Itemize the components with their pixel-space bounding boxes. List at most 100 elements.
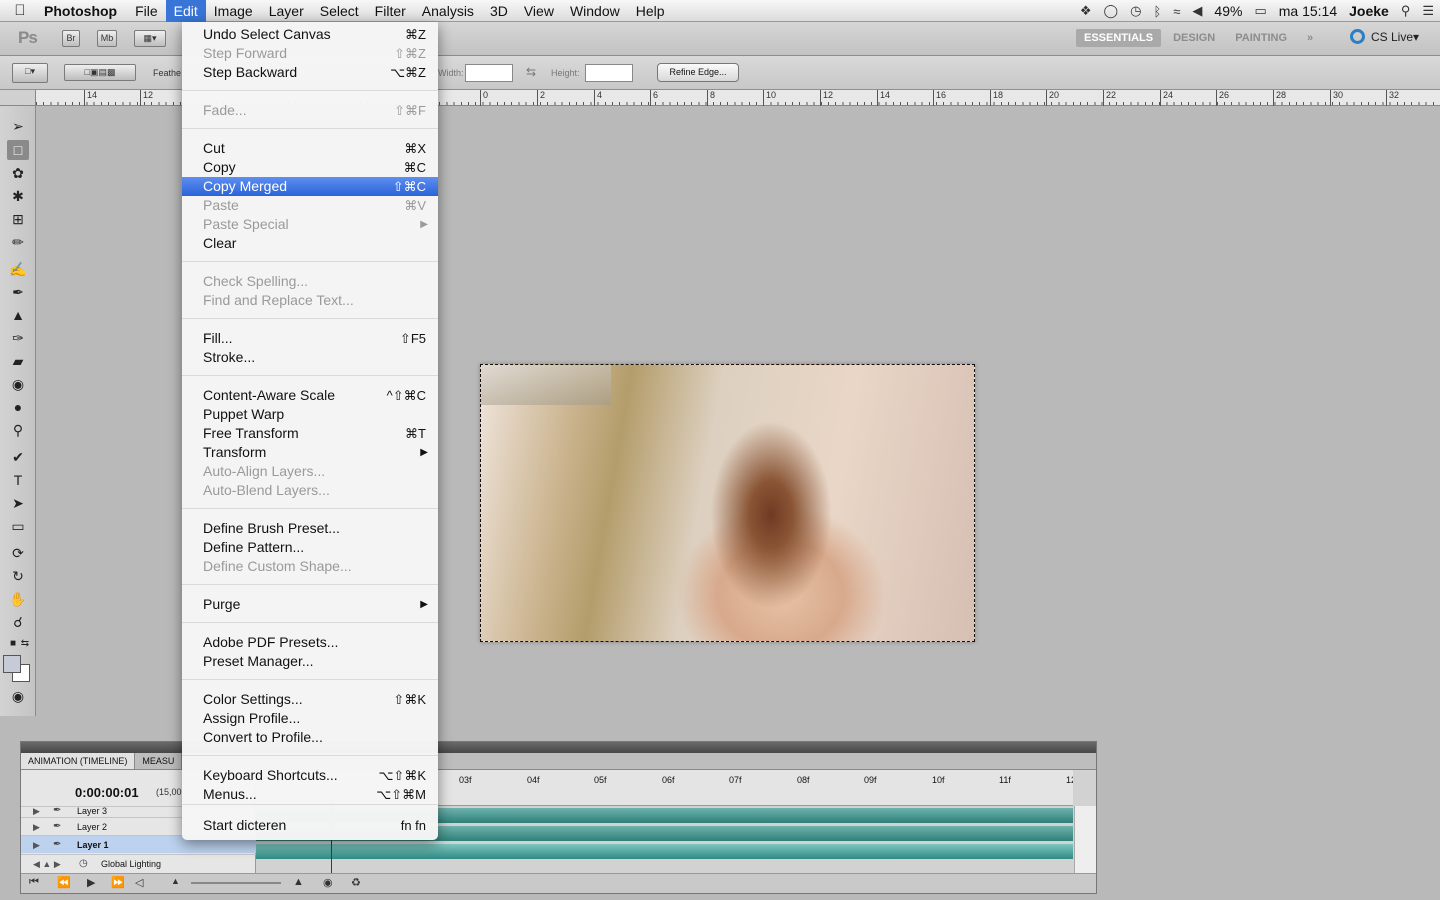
shape-tool-icon[interactable]: ▭ [7, 516, 29, 536]
menu-item-free-transform[interactable]: Free Transform ⌘T [182, 424, 438, 443]
clone-stamp-icon[interactable]: ▲ [7, 305, 29, 325]
move-tool-icon[interactable]: ➢ [7, 116, 29, 136]
swap-colors-icon[interactable]: ⇆ [14, 634, 36, 654]
mini-bridge-button[interactable]: Mb [97, 30, 117, 47]
menu-item-puppet-warp[interactable]: Puppet Warp [182, 405, 438, 424]
menu-item-find-and-replace-text[interactable]: Find and Replace Text... [182, 291, 438, 310]
current-time[interactable]: 0:00:00:01 [75, 785, 139, 800]
menu-edit[interactable]: Edit [165, 0, 206, 22]
menu-3d[interactable]: 3D [482, 0, 516, 22]
menu-item-content-aware-scale[interactable]: Content-Aware Scale ^⇧⌘C [182, 386, 438, 405]
menu-item-transform[interactable]: Transform ▶ [182, 443, 438, 462]
delete-icon[interactable]: ♻ [351, 876, 361, 889]
bluetooth-icon[interactable]: ᛒ [1147, 4, 1167, 19]
width-input[interactable] [465, 64, 513, 82]
menu-layer[interactable]: Layer [261, 0, 312, 22]
menu-item-cut[interactable]: Cut ⌘X [182, 139, 438, 158]
menu-item-fill[interactable]: Fill... ⇧F5 [182, 329, 438, 348]
menu-item-adobe-pdf-presets[interactable]: Adobe PDF Presets... [182, 633, 438, 652]
menu-item-step-forward[interactable]: Step Forward ⇧⌘Z [182, 44, 438, 63]
menu-item-check-spelling[interactable]: Check Spelling... [182, 272, 438, 291]
menu-item-define-brush-preset[interactable]: Define Brush Preset... [182, 519, 438, 538]
menu-item-clear[interactable]: Clear [182, 234, 438, 253]
menu-item-define-custom-shape[interactable]: Define Custom Shape... [182, 557, 438, 576]
history-brush-icon[interactable]: ✑ [7, 328, 29, 348]
zoom-tool-icon[interactable]: ☌ [7, 612, 29, 632]
battery-icon[interactable]: ▭ [1248, 3, 1272, 19]
eraser-tool-icon[interactable]: ▰ [7, 351, 29, 371]
first-frame-icon[interactable]: ⏮ [29, 876, 39, 889]
menu-file[interactable]: File [127, 0, 166, 22]
marquee-tool-icon[interactable]: □ [7, 140, 29, 160]
apple-icon[interactable]:  [0, 2, 40, 19]
swap-icon[interactable]: ⇆ [526, 65, 536, 79]
menu-image[interactable]: Image [206, 0, 261, 22]
menu-item-auto-blend-layers[interactable]: Auto-Blend Layers... [182, 481, 438, 500]
dropbox-icon[interactable]: ❖ [1074, 3, 1098, 19]
keyframe-nav-icon[interactable]: ◀ ▲ ▶ [33, 855, 61, 873]
layer-duration-bar-selected[interactable] [256, 844, 1073, 859]
menu-help[interactable]: Help [628, 0, 673, 22]
menu-item-undo-select-canvas[interactable]: Undo Select Canvas ⌘Z [182, 25, 438, 44]
workspace-more-chevron[interactable]: » [1299, 29, 1321, 47]
timeline-scrollbar[interactable] [1074, 806, 1096, 874]
workspace-painting[interactable]: PAINTING [1227, 29, 1295, 47]
healing-brush-icon[interactable]: ✍ [7, 259, 29, 279]
menu-item-purge[interactable]: Purge ▶ [182, 595, 438, 614]
dodge-tool-icon[interactable]: ⚲ [7, 420, 29, 440]
menu-item-step-backward[interactable]: Step Backward ⌥⌘Z [182, 63, 438, 82]
paint-bucket-icon[interactable]: ◉ [7, 374, 29, 394]
expand-arrow-icon[interactable]: ▶ [33, 836, 40, 854]
workspace-design[interactable]: DESIGN [1165, 29, 1223, 47]
zoom-slider[interactable] [191, 882, 281, 884]
menu-item-start-dicteren[interactable]: Start dicteren fn fn [182, 816, 438, 835]
eyedropper-tool-icon[interactable]: ✏ [7, 232, 29, 252]
list-icon[interactable]: ☰ [1416, 3, 1440, 19]
menu-item-paste[interactable]: Paste ⌘V [182, 196, 438, 215]
lasso-tool-icon[interactable]: ✿ [7, 163, 29, 183]
menu-item-keyboard-shortcuts[interactable]: Keyboard Shortcuts... ⌥⇧⌘K [182, 766, 438, 785]
menu-item-define-pattern[interactable]: Define Pattern... [182, 538, 438, 557]
3d-orbit-icon[interactable]: ↻ [7, 566, 29, 586]
menu-filter[interactable]: Filter [367, 0, 414, 22]
cs-live-button[interactable]: CS Live ▾ [1350, 29, 1419, 44]
menu-item-copy-merged[interactable]: Copy Merged ⇧⌘C [182, 177, 438, 196]
menu-select[interactable]: Select [312, 0, 367, 22]
menu-item-color-settings[interactable]: Color Settings... ⇧⌘K [182, 690, 438, 709]
blur-tool-icon[interactable]: ● [7, 397, 29, 417]
view-extras-button[interactable]: ▦▾ [134, 30, 166, 47]
global-lighting-row[interactable]: ◀ ▲ ▶ ◷ Global Lighting [21, 854, 256, 872]
hand-tool-icon[interactable]: ✋ [7, 589, 29, 609]
menu-item-fade[interactable]: Fade... ⇧⌘F [182, 101, 438, 120]
menu-app-name[interactable]: Photoshop [40, 0, 127, 22]
clock[interactable]: ma 15:14 [1273, 3, 1343, 19]
quick-mask-icon[interactable]: ◉ [7, 686, 29, 706]
spotlight-search-icon[interactable]: ⚲ [1395, 3, 1417, 19]
next-frame-icon[interactable]: ⏩ [111, 876, 125, 889]
expand-arrow-icon[interactable]: ▶ [33, 807, 40, 816]
bridge-button[interactable]: Br [62, 30, 80, 47]
menu-item-menus[interactable]: Menus... ⌥⇧⌘M [182, 785, 438, 804]
path-select-icon[interactable]: ➤ [7, 493, 29, 513]
menu-analysis[interactable]: Analysis [414, 0, 482, 22]
sync-icon[interactable]: ◯ [1098, 3, 1125, 19]
previous-frame-icon[interactable]: ⏪ [57, 876, 71, 889]
onion-skin-icon[interactable]: ◉ [323, 876, 333, 889]
selection-mode-buttons[interactable]: □▣▤▩ [64, 64, 136, 81]
tab-measurement[interactable]: MEASU [135, 753, 183, 769]
time-machine-icon[interactable]: ◷ [1124, 3, 1147, 19]
zoom-in-icon[interactable]: ▲ [293, 876, 304, 888]
menu-item-assign-profile[interactable]: Assign Profile... [182, 709, 438, 728]
workspace-essentials[interactable]: ESSENTIALS [1076, 29, 1162, 47]
menu-view[interactable]: View [516, 0, 562, 22]
refine-edge-button[interactable]: Refine Edge... [657, 63, 739, 82]
stopwatch-icon[interactable]: ◷ [79, 855, 88, 873]
wifi-icon[interactable]: ≈ [1167, 4, 1186, 19]
pen-tool-icon[interactable]: ✔ [7, 447, 29, 467]
battery-percent[interactable]: 49% [1208, 3, 1248, 19]
volume-icon[interactable]: ◀ [1186, 3, 1208, 19]
brush-tool-icon[interactable]: ✒ [7, 282, 29, 302]
play-icon[interactable]: ▶ [87, 876, 95, 889]
zoom-out-icon[interactable]: ▲ [171, 876, 180, 886]
menu-item-stroke[interactable]: Stroke... [182, 348, 438, 367]
